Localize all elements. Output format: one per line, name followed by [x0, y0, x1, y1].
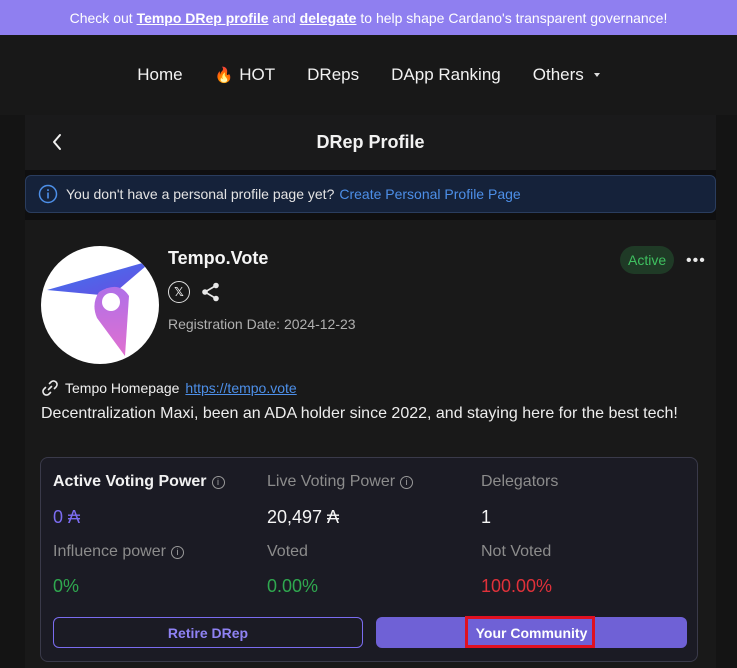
chevron-left-icon: [53, 134, 61, 150]
info-icon[interactable]: i: [170, 545, 184, 559]
nav-hot-label: HOT: [239, 65, 276, 84]
info-icon[interactable]: i: [211, 475, 225, 489]
share-icon[interactable]: [200, 281, 222, 303]
not-voted-text: Not Voted: [481, 543, 552, 560]
nav-dreps[interactable]: DReps: [291, 65, 375, 85]
live-voting-power-text: Live Voting Power: [267, 473, 396, 490]
main-nav: Home 🔥 HOT DReps DApp Ranking Others: [0, 35, 737, 115]
live-voting-power-value: 20,497 ₳: [267, 507, 340, 527]
status-badge: Active: [620, 246, 675, 274]
delegate-link[interactable]: delegate: [300, 10, 357, 26]
homepage-row: Tempo Homepage https://tempo.vote: [41, 379, 297, 397]
fire-icon: 🔥: [214, 67, 234, 84]
info-icon[interactable]: i: [400, 475, 414, 489]
nav-home-label: Home: [137, 65, 183, 84]
influence-power-label: Influence power i: [53, 543, 184, 561]
delegators-value: 1: [481, 507, 492, 527]
tempo-logo-icon: [47, 260, 153, 356]
voted-text: Voted: [267, 543, 308, 560]
profile-notice: You don't have a personal profile page y…: [25, 175, 716, 213]
active-voting-power-label: Active Voting Power i: [53, 473, 225, 491]
link-icon: [42, 380, 58, 396]
nav-others[interactable]: Others: [517, 65, 616, 85]
influence-power-value: 0%: [53, 576, 80, 596]
avatar: [41, 246, 159, 364]
voted-value: 0.00%: [267, 576, 319, 596]
info-icon: [38, 184, 58, 204]
announcement-banner: Check out Tempo DRep profile and delegat…: [0, 0, 737, 35]
active-voting-power-value: 0 ₳: [53, 507, 81, 527]
retire-drep-button[interactable]: Retire DRep: [53, 617, 363, 648]
homepage-url-link[interactable]: https://tempo.vote: [185, 380, 296, 396]
nav-dapp-ranking-label: DApp Ranking: [391, 65, 501, 84]
highlight-box: [465, 616, 595, 648]
more-options-button[interactable]: •••: [686, 252, 706, 270]
registration-date: Registration Date: 2024-12-23: [168, 316, 356, 332]
not-voted-value: 100.00%: [481, 576, 553, 596]
drep-name: Tempo.Vote: [168, 248, 269, 268]
nav-dapp-ranking[interactable]: DApp Ranking: [375, 65, 517, 85]
nav-home[interactable]: Home: [121, 65, 198, 85]
profile-header: DRep Profile: [25, 115, 716, 170]
active-voting-power-text: Active Voting Power: [53, 473, 207, 490]
live-voting-power-label: Live Voting Power i: [267, 473, 414, 491]
homepage-label: Tempo Homepage: [65, 380, 180, 396]
influence-power-text: Influence power: [53, 543, 166, 560]
nav-dreps-label: DReps: [307, 65, 360, 84]
create-profile-link[interactable]: Create Personal Profile Page: [339, 186, 520, 202]
page-title: DRep Profile: [316, 132, 425, 152]
back-button[interactable]: [47, 131, 67, 153]
voted-label: Voted: [267, 543, 308, 561]
delegators-label: Delegators: [481, 473, 558, 491]
notice-text: You don't have a personal profile page y…: [66, 186, 335, 202]
tempo-profile-link[interactable]: Tempo DRep profile: [137, 10, 269, 26]
caret-down-icon: [593, 73, 600, 77]
banner-suffix: to help shape Cardano's transparent gove…: [356, 9, 668, 26]
banner-prefix: Check out: [69, 9, 133, 26]
not-voted-label: Not Voted: [481, 543, 551, 561]
delegators-text: Delegators: [481, 473, 559, 490]
social-icons: 𝕏: [168, 281, 222, 303]
nav-hot[interactable]: 🔥 HOT: [199, 65, 292, 85]
banner-middle: and: [268, 9, 300, 26]
drep-bio: Decentralization Maxi, been an ADA holde…: [41, 405, 678, 422]
x-twitter-icon[interactable]: 𝕏: [168, 281, 190, 303]
nav-others-label: Others: [532, 65, 584, 84]
